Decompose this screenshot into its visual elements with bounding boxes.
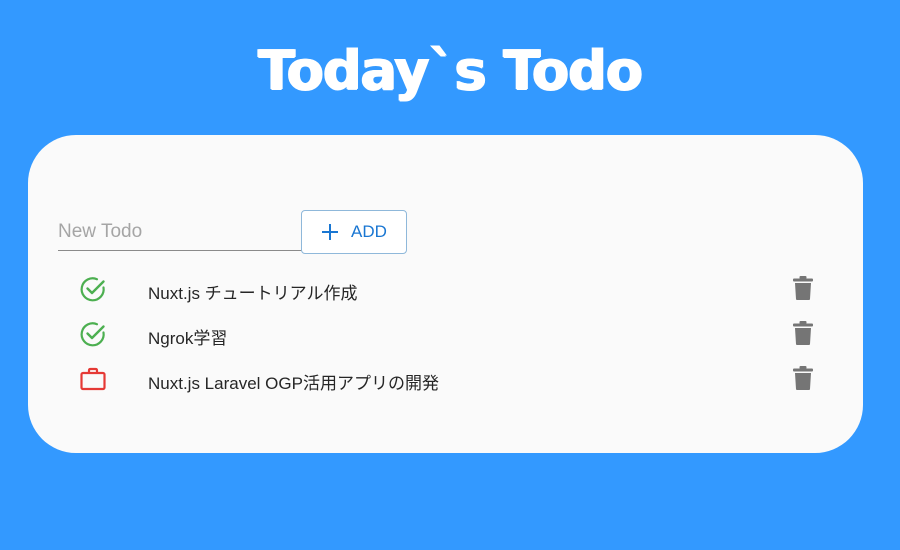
add-button[interactable]: ADD [301,210,407,254]
todo-item: Ngrok学習 [28,310,863,355]
add-button-label: ADD [351,222,387,241]
plus-icon [321,223,339,241]
todo-text: Nuxt.js チュートリアル作成 [148,284,358,303]
todo-text: Nuxt.js Laravel OGP活用アプリの開発 [148,374,439,393]
app-page: Today`s Todo ADD [0,0,900,550]
trash-icon[interactable] [792,365,814,391]
check-circle-icon[interactable] [79,275,107,303]
trash-icon[interactable] [792,320,814,346]
check-circle-icon[interactable] [79,320,107,348]
todo-list: Nuxt.js チュートリアル作成 Ngrok学習 Nuxt.js Larave… [28,265,863,400]
briefcase-icon[interactable] [79,365,107,393]
page-title: Today`s Todo [258,39,643,102]
new-todo-input[interactable] [58,214,302,251]
trash-icon[interactable] [792,275,814,301]
todo-item: Nuxt.js Laravel OGP活用アプリの開発 [28,355,863,400]
todo-text: Ngrok学習 [148,329,228,348]
todo-card: ADD Nuxt.js チュートリアル作成 [28,135,863,453]
todo-item: Nuxt.js チュートリアル作成 [28,265,863,310]
